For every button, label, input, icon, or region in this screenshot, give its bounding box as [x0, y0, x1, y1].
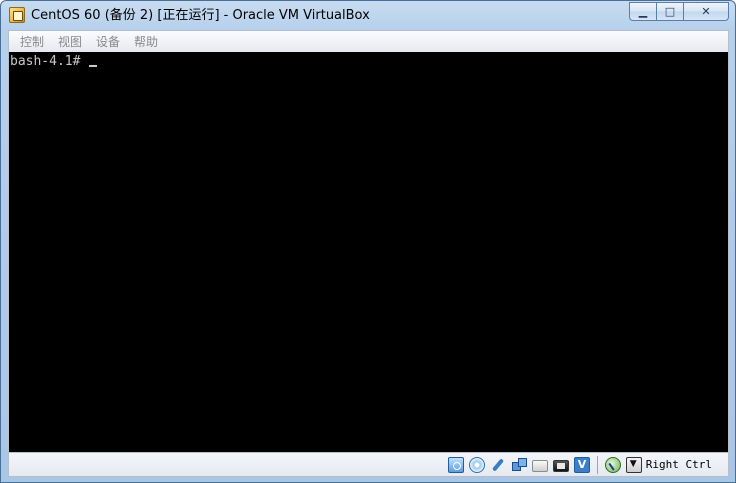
menu-item-control[interactable]: 控制 — [13, 32, 51, 52]
network-icon[interactable] — [511, 457, 527, 473]
window-title: CentOS 60 (备份 2) [正在运行] - Oracle VM Virt… — [31, 8, 370, 23]
title-bar[interactable]: CentOS 60 (备份 2) [正在运行] - Oracle VM Virt… — [1, 1, 735, 29]
vt-x-icon — [573, 456, 590, 473]
display-icon[interactable] — [552, 459, 569, 472]
virtualbox-window: CentOS 60 (备份 2) [正在运行] - Oracle VM Virt… — [0, 0, 736, 483]
console-prompt-line: bash-4.1# — [10, 54, 98, 70]
close-button[interactable]: ✕ — [683, 2, 729, 21]
text-cursor — [89, 65, 98, 67]
maximize-button[interactable]: □ — [656, 2, 683, 21]
hard-disk-icon[interactable] — [447, 456, 464, 473]
close-icon: ✕ — [701, 5, 711, 18]
shell-prompt: bash-4.1# — [10, 54, 89, 69]
mouse-integration-icon[interactable] — [604, 456, 621, 473]
menu-item-help[interactable]: 帮助 — [127, 32, 165, 52]
minimize-button[interactable]: ▁ — [629, 2, 656, 21]
maximize-icon: □ — [664, 5, 676, 18]
window-controls: ▁ □ ✕ — [629, 2, 729, 21]
shared-folder-icon[interactable] — [531, 459, 548, 472]
menu-item-view[interactable]: 视图 — [51, 32, 89, 52]
status-bar: Right Ctrl — [8, 452, 729, 477]
usb-icon[interactable] — [490, 457, 506, 473]
status-divider — [596, 455, 598, 474]
host-key-label: Right Ctrl — [645, 458, 712, 471]
vm-console-screen[interactable]: bash-4.1# — [8, 52, 729, 452]
virtualbox-app-icon[interactable] — [9, 7, 25, 23]
optical-drive-icon[interactable] — [468, 456, 485, 473]
menu-bar: 控制 视图 设备 帮助 — [8, 30, 729, 52]
keyboard-capture-icon — [625, 456, 642, 473]
minimize-icon: ▁ — [638, 5, 648, 18]
menu-item-devices[interactable]: 设备 — [89, 32, 127, 52]
